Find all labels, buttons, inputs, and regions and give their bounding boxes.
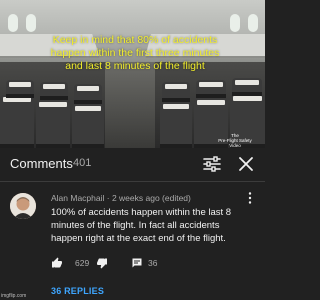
dislike-button[interactable] xyxy=(96,255,108,271)
seat xyxy=(74,84,102,104)
reply-icon xyxy=(132,258,142,268)
avatar[interactable] xyxy=(10,193,36,219)
comment-actions: 629 36 xyxy=(51,255,241,271)
like-count: 629 xyxy=(75,258,90,268)
cabin-window xyxy=(248,14,258,32)
comments-count: 401 xyxy=(73,157,92,169)
seat xyxy=(0,95,34,148)
sort-filter-icon[interactable] xyxy=(203,156,221,172)
seat xyxy=(162,82,190,102)
seat xyxy=(196,80,226,98)
reply-count: 36 xyxy=(148,258,158,268)
caption-line: and last 8 minutes of the flight xyxy=(65,60,205,72)
seat xyxy=(40,82,68,100)
caption-line: Keep in mind that 80% of accidents xyxy=(52,34,218,46)
video-player[interactable]: Keep in mind that 80% of accidents happe… xyxy=(0,0,265,148)
seat xyxy=(232,78,262,96)
video-watermark: The Pre-Flight Safety Video xyxy=(215,133,255,148)
comment-meta: Alan Macphail · 2 weeks ago (edited) xyxy=(51,193,191,203)
view-replies-link[interactable]: 36 REPLIES xyxy=(51,286,104,296)
cabin-window xyxy=(8,14,18,32)
seat xyxy=(36,100,70,148)
corner-watermark: imgflip.com xyxy=(1,293,27,299)
seat xyxy=(6,80,34,98)
video-caption: Keep in mind that 80% of accidents happe… xyxy=(50,34,220,73)
more-vert-icon[interactable] xyxy=(246,191,254,205)
avatar-image xyxy=(10,193,36,219)
comment-text: 100% of accidents happen within the last… xyxy=(51,207,232,244)
seat xyxy=(72,104,104,148)
cabin-window xyxy=(230,14,240,32)
comments-header: Comments 401 xyxy=(0,148,265,182)
like-button[interactable]: 629 xyxy=(51,255,89,271)
cabin-aisle xyxy=(105,62,155,148)
thumbs-up-icon xyxy=(52,257,62,268)
close-icon[interactable] xyxy=(238,156,254,172)
cabin-window xyxy=(26,14,36,32)
comments-title: Comments xyxy=(10,156,73,171)
reply-button[interactable]: 36 xyxy=(131,255,157,271)
seat xyxy=(160,102,192,148)
thumbs-down-icon xyxy=(97,258,107,269)
caption-line: happen within the first three minutes xyxy=(50,47,220,59)
